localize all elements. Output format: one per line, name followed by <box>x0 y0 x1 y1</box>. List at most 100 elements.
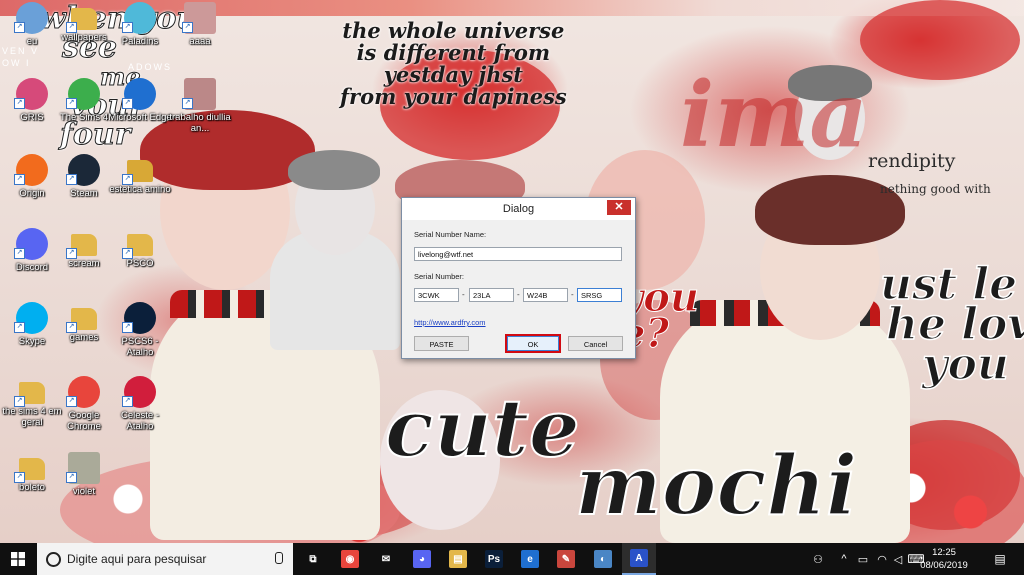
desktop-icon[interactable]: ↗ Microsoft Edge <box>108 78 172 146</box>
notifications-icon[interactable]: ▤ <box>986 543 1014 575</box>
wifi-icon[interactable]: ◠ <box>874 543 890 575</box>
serial-number-label: Serial Number: <box>414 272 465 281</box>
shortcut-arrow-icon: ↗ <box>14 248 25 259</box>
wallpaper-right-text: ust le he lov you <box>879 262 1024 390</box>
photoshop-icon: Ps <box>485 550 503 568</box>
taskbar-app-button[interactable]: ◉ <box>333 543 367 575</box>
shortcut-arrow-icon: ↗ <box>66 174 77 185</box>
taskbar-app-button[interactable]: ◐ <box>586 543 620 575</box>
right-text-line: you <box>921 339 1009 390</box>
shortcut-arrow-icon: ↗ <box>66 98 77 109</box>
taskbar-app-button[interactable]: e <box>513 543 547 575</box>
shortcut-arrow-icon: ↗ <box>122 174 133 185</box>
desktop-icon[interactable]: ↗ games <box>52 302 116 370</box>
paste-button[interactable]: PASTE <box>414 336 469 351</box>
desktop-icon-label: Steam <box>70 188 98 199</box>
serial-field-2[interactable]: 23LA <box>469 288 514 302</box>
file-explorer-icon: ▤ <box>449 550 467 568</box>
person-hair-grey <box>288 150 380 190</box>
serial-name-input[interactable]: livelong@wtf.net <box>414 247 622 261</box>
wallpaper-script-title: ima <box>680 62 868 168</box>
network-icon[interactable]: ▭ <box>854 543 872 575</box>
desktop-icon[interactable]: ↗ estetica amino <box>108 154 172 222</box>
taskbar-app-button[interactable]: ✉ <box>369 543 403 575</box>
shortcut-arrow-icon: ↗ <box>14 396 25 407</box>
desktop-icon[interactable]: ↗ violet <box>52 452 116 520</box>
shortcut-arrow-icon: ↗ <box>182 98 193 109</box>
cancel-button[interactable]: Cancel <box>568 336 623 351</box>
quote-line: is different from <box>356 40 551 65</box>
dialog-titlebar[interactable]: Dialog ✕ <box>402 198 635 220</box>
desktop-icon-label: estetica amino <box>109 184 171 195</box>
taskbar-app-button[interactable]: ⧉ <box>296 543 330 575</box>
desktop-icon[interactable]: ↗ Paladins <box>108 2 172 70</box>
taskbar-app-button[interactable]: ▤ <box>441 543 475 575</box>
keygen-app-icon: A <box>630 549 648 567</box>
taskbar: Digite aqui para pesquisar ⧉ ◉ ✉ ◕ ▤ Ps e ✎ ◐ A ⚇… <box>0 543 1024 575</box>
desktop-icon[interactable]: ↗ The Sims 4 <box>52 78 116 146</box>
cortana-icon <box>46 552 61 567</box>
shortcut-arrow-icon: ↗ <box>66 322 77 333</box>
desktop-icon-label: games <box>69 332 99 343</box>
serial-field-1[interactable]: 3CWK <box>414 288 459 302</box>
discord-icon: ◕ <box>413 550 431 568</box>
serial-dash: - <box>571 290 574 299</box>
show-hidden-icons-chevron-icon[interactable]: ^ <box>836 543 852 575</box>
desktop-icon[interactable]: ↗ Steam <box>52 154 116 222</box>
shortcut-arrow-icon: ↗ <box>182 22 193 33</box>
dialog-title: Dialog <box>502 203 535 215</box>
shortcut-arrow-icon: ↗ <box>14 22 25 33</box>
task-view-icon: ⧉ <box>309 553 317 565</box>
taskbar-app-button[interactable]: Ps <box>477 543 511 575</box>
wallpaper-cute: cute <box>384 381 581 475</box>
desktop-icon[interactable]: ↗ PSCS6 - Atalho <box>108 302 172 370</box>
desktop-icon[interactable]: ↗ wallpapers <box>52 2 116 70</box>
shortcut-arrow-icon: ↗ <box>122 248 133 259</box>
speaker-icon[interactable]: ◁ <box>890 543 906 575</box>
clock[interactable]: 12:25 08/06/2019 <box>915 546 973 572</box>
start-button[interactable] <box>0 543 36 575</box>
mail-icon: ✉ <box>381 553 391 565</box>
paint-palette-icon: ◐ <box>594 550 612 568</box>
clock-time: 12:25 <box>932 547 956 558</box>
desktop-icon[interactable]: ↗ trabalho diullia an... <box>168 78 232 146</box>
shortcut-arrow-icon: ↗ <box>66 248 77 259</box>
website-link[interactable]: http://www.ardfry.com <box>414 318 486 327</box>
shortcut-arrow-icon: ↗ <box>66 472 77 483</box>
desktop-icon[interactable]: ↗ PSCO <box>108 228 172 296</box>
desktop-icon[interactable]: ↗ scream <box>52 228 116 296</box>
wallpaper-quote: the whole universe is different from yes… <box>340 20 567 108</box>
taskbar-app-button[interactable]: ◕ <box>405 543 439 575</box>
windows-logo-icon <box>11 552 25 566</box>
desktop-icon-label: trabalho diullia an... <box>169 112 231 134</box>
paint-icon: ✎ <box>557 550 575 568</box>
serial-field-4[interactable]: SRSG <box>577 288 622 302</box>
desktop-icon[interactable]: ↗ Google Chrome <box>52 376 116 444</box>
desktop-icon-label: The Sims 4 <box>59 112 109 123</box>
serial-name-label: Serial Number Name: <box>414 230 487 239</box>
wallpaper-mochi: mochi <box>574 438 858 534</box>
wallpaper-serendipity: rendipity <box>868 150 956 172</box>
shortcut-arrow-icon: ↗ <box>122 22 133 33</box>
people-icon[interactable]: ⚇ <box>808 543 828 575</box>
search-box[interactable]: Digite aqui para pesquisar <box>37 543 293 575</box>
search-placeholder: Digite aqui para pesquisar <box>67 552 207 566</box>
shortcut-arrow-icon: ↗ <box>14 472 25 483</box>
desktop-icon-label: PSCO <box>126 258 154 269</box>
serial-field-3[interactable]: W24B <box>523 288 568 302</box>
serial-dialog: Dialog ✕ Serial Number Name: livelong@wt… <box>401 197 636 359</box>
quote-line: from your dapiness <box>340 84 567 109</box>
desktop-icon-label: wallpapers <box>61 32 107 43</box>
clock-date: 08/06/2019 <box>920 560 968 571</box>
ok-button[interactable]: OK <box>505 334 561 353</box>
desktop-icon[interactable]: ↗ Celeste - Atalho <box>108 376 172 444</box>
desktop-icon[interactable]: ↗ aaaa <box>168 2 232 70</box>
taskbar-app-button[interactable]: ✎ <box>549 543 583 575</box>
desktop-icon-label: Paladins <box>121 36 159 47</box>
taskbar-app-button[interactable]: A <box>622 543 656 575</box>
quote-line: the whole universe <box>342 18 565 43</box>
close-button[interactable]: ✕ <box>607 200 631 215</box>
desktop-icon-label: PSCS6 - Atalho <box>121 336 159 358</box>
desktop-icon-label: Microsoft Edge <box>108 112 172 123</box>
microphone-icon[interactable] <box>275 552 283 564</box>
